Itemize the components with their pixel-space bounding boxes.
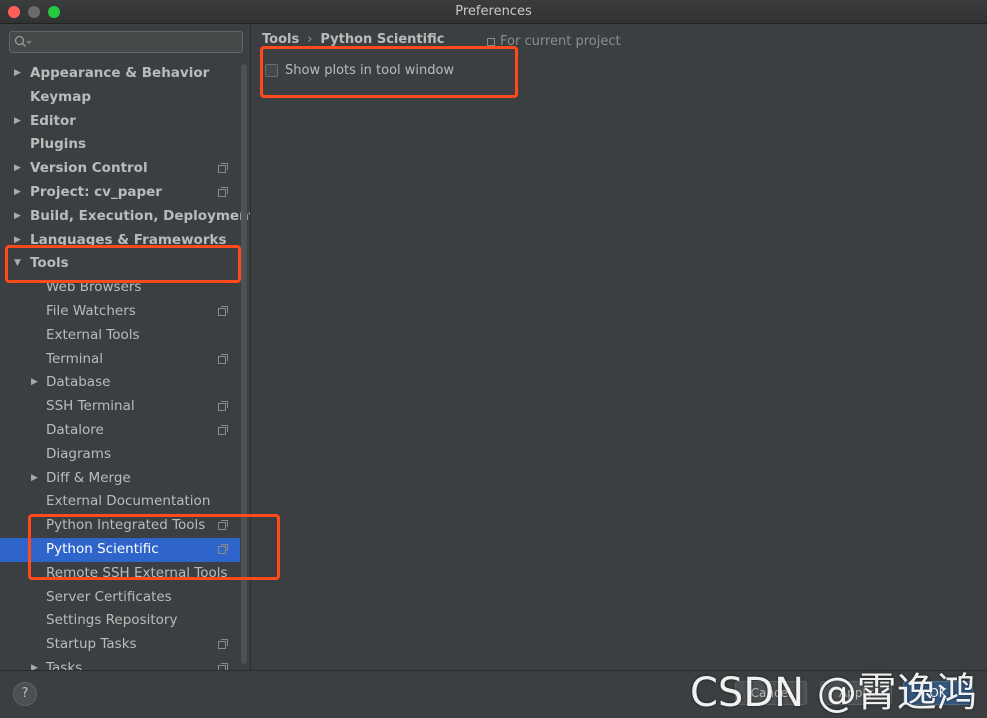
tree-item-label: Project: cv_paper — [30, 183, 162, 200]
tree-item-label: File Watchers — [46, 302, 136, 319]
tree-item[interactable]: Diagrams — [0, 443, 240, 467]
expand-right-icon[interactable]: ▶ — [31, 371, 38, 395]
watermark: CSDN @霄逸鸿 — [690, 670, 977, 716]
tree-item[interactable]: ▶ Diff & Merge — [0, 467, 240, 491]
tree-item-label: Terminal — [46, 350, 104, 367]
expand-right-icon[interactable]: ▶ — [14, 62, 21, 86]
tree-item[interactable]: Settings Repository — [0, 609, 240, 633]
tree-item[interactable]: ▶ Project: cv_paper — [0, 181, 240, 205]
expand-right-icon[interactable]: ▶ — [31, 657, 38, 670]
tree-item-label: Server Certificates — [46, 588, 172, 605]
project-scope-icon — [218, 163, 228, 174]
tree-item[interactable]: Server Certificates — [0, 586, 240, 610]
tree-item[interactable]: ▶ Build, Execution, Deployment — [0, 205, 250, 229]
tree-item[interactable]: Startup Tasks — [0, 633, 240, 657]
tree-item-label: Appearance & Behavior — [30, 65, 210, 81]
breadcrumb-separator: › — [307, 32, 313, 47]
project-scope-icon — [487, 38, 495, 46]
expand-right-icon[interactable]: ▶ — [31, 467, 38, 491]
tree-item-label: External Tools — [46, 326, 140, 343]
project-scope-icon — [218, 353, 228, 364]
expand-right-icon[interactable]: ▶ — [14, 181, 21, 205]
tree-item[interactable]: External Tools — [0, 324, 240, 348]
breadcrumb-tools[interactable]: Tools — [262, 32, 299, 47]
settings-panel: Tools › Python Scientific For current proj… — [251, 24, 987, 670]
breadcrumb-python-scientific: Python Scientific — [320, 32, 445, 47]
tree-item-label: Plugins — [30, 136, 87, 153]
tree-item-label: SSH Terminal — [46, 398, 135, 415]
tree-item[interactable]: Keymap — [0, 86, 240, 110]
tree-item[interactable]: ▶ Appearance & Behavior — [0, 62, 240, 86]
tree-item[interactable]: ▶ Tasks — [0, 657, 240, 670]
search-icon — [14, 35, 32, 47]
tree-item[interactable]: File Watchers — [0, 300, 240, 324]
project-scope-icon — [218, 424, 228, 435]
project-scope-icon — [218, 186, 228, 197]
expand-right-icon[interactable]: ▶ — [14, 110, 21, 134]
tree-item[interactable]: ▶ Database — [0, 371, 240, 395]
tree-item-label: Diff & Merge — [46, 469, 131, 486]
tree-item[interactable]: Datalore — [0, 419, 240, 443]
tree-item-label: Database — [46, 374, 111, 391]
settings-search-input[interactable] — [9, 31, 243, 53]
tree-item-label: Build, Execution, Deployment — [30, 207, 251, 224]
tree-item[interactable]: ▶ Version Control — [0, 157, 240, 181]
tree-item[interactable]: External Documentation — [0, 490, 240, 514]
project-scope-icon — [218, 305, 228, 316]
tree-item-label: Startup Tasks — [46, 636, 137, 653]
expand-right-icon[interactable]: ▶ — [14, 205, 21, 229]
breadcrumb: Tools › Python Scientific — [262, 32, 444, 47]
tree-item[interactable]: Plugins — [0, 133, 240, 157]
tree-item-label: Datalore — [46, 421, 104, 438]
highlight-box-show-plots — [260, 46, 518, 98]
project-scope-label: For current project — [500, 34, 621, 49]
tree-item-label: Diagrams — [46, 445, 111, 462]
tree-item[interactable]: SSH Terminal — [0, 395, 240, 419]
highlight-box-tools — [5, 245, 241, 283]
help-button[interactable]: ? — [13, 682, 37, 706]
tree-item-label: External Documentation — [46, 493, 211, 510]
expand-right-icon[interactable]: ▶ — [14, 157, 21, 181]
tree-item[interactable]: Terminal — [0, 348, 240, 372]
tree-item-label: Tasks — [46, 659, 83, 670]
tree-item-label: Editor — [30, 112, 76, 129]
project-scope-icon — [218, 401, 228, 412]
highlight-box-python-scientific — [28, 514, 280, 580]
window-title: Preferences — [455, 4, 532, 19]
title-bar: Preferences — [0, 0, 987, 24]
tree-item-label: Settings Repository — [46, 612, 178, 629]
tree-item-label: Version Control — [30, 160, 148, 177]
tree-item[interactable]: ▶ Editor — [0, 110, 240, 134]
tree-item-label: Keymap — [30, 88, 92, 105]
project-scope-icon — [218, 639, 228, 650]
